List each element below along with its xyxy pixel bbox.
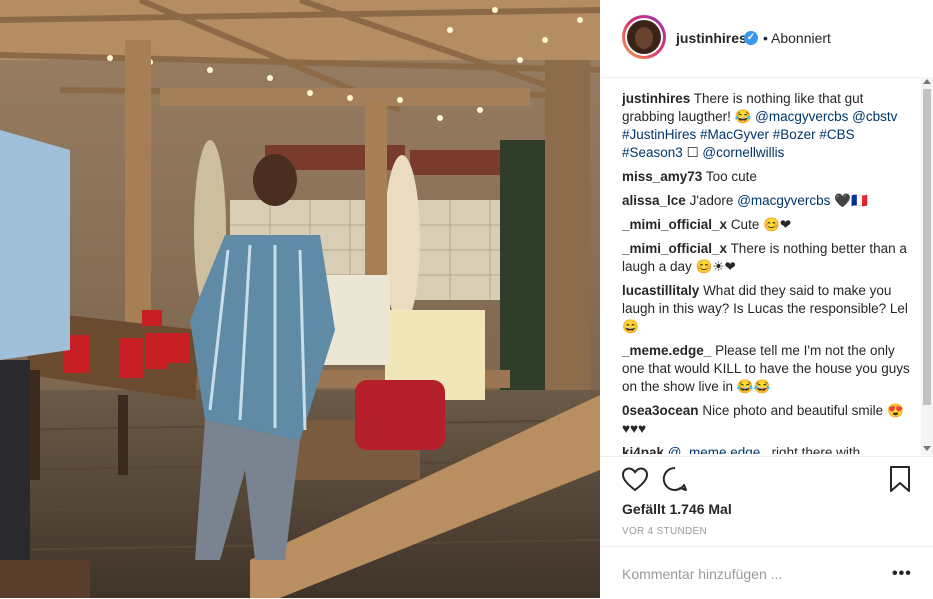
add-comment-bar: Kommentar hinzufügen ... ••• xyxy=(600,546,933,599)
comment-username[interactable]: _mimi_official_x xyxy=(622,241,727,256)
comment-item: 0sea3ocean Nice photo and beautiful smil… xyxy=(622,402,914,438)
comment-username[interactable]: 0sea3ocean xyxy=(622,403,699,418)
scroll-down-arrow-icon[interactable] xyxy=(923,446,931,451)
comment-text: J'adore xyxy=(689,193,738,208)
post-header: justinhires ✓ • Abonniert xyxy=(600,0,933,78)
comment-username[interactable]: lucastillitaly xyxy=(622,283,699,298)
username-link[interactable]: justinhires xyxy=(676,30,747,46)
comment-item: miss_amy73 Too cute xyxy=(622,168,914,186)
photo-illustration xyxy=(0,0,600,598)
comment-item: justinhires There is nothing like that g… xyxy=(622,90,914,162)
comment-username[interactable]: miss_amy73 xyxy=(622,169,702,184)
comment-text: right there with xyxy=(767,445,861,454)
heart-icon[interactable] xyxy=(621,466,649,492)
comment-username[interactable]: justinhires xyxy=(622,91,690,106)
comment-username[interactable]: ki4pak xyxy=(622,445,664,454)
comment-item: _mimi_official_x Cute 😊❤ xyxy=(622,216,914,234)
comment-item: _meme.edge_ Please tell me I'm not the o… xyxy=(622,342,914,396)
comment-item: ki4pak @_meme.edge_ right there with xyxy=(622,444,914,454)
post-actions: Gefällt 1.746 Mal VOR 4 STUNDEN xyxy=(600,456,933,557)
comment-username[interactable]: _meme.edge_ xyxy=(622,343,711,358)
comment-icon[interactable] xyxy=(661,465,689,493)
scrollbar-thumb[interactable] xyxy=(923,89,931,405)
likes-count[interactable]: Gefällt 1.746 Mal xyxy=(622,501,732,517)
post-sidebar: justinhires ✓ • Abonniert justinhires Th… xyxy=(600,0,933,598)
post-timestamp[interactable]: VOR 4 STUNDEN xyxy=(622,526,707,537)
comment-input[interactable]: Kommentar hinzufügen ... xyxy=(622,566,782,582)
more-options-icon[interactable]: ••• xyxy=(892,565,912,583)
comment-item: alissa_lce J'adore @macgyvercbs 🖤🇫🇷 xyxy=(622,192,914,210)
comment-item: lucastillitaly What did they said to mak… xyxy=(622,282,914,336)
comment-username[interactable]: _mimi_official_x xyxy=(622,217,727,232)
comment-username[interactable]: alissa_lce xyxy=(622,193,686,208)
bookmark-icon[interactable] xyxy=(888,465,912,493)
comment-item: _mimi_official_x There is nothing better… xyxy=(622,240,914,276)
scroll-up-arrow-icon[interactable] xyxy=(923,79,931,84)
comment-text: Too cute xyxy=(705,169,757,184)
comment-list: justinhires There is nothing like that g… xyxy=(622,90,914,454)
comment-link[interactable]: @_meme.edge_ xyxy=(668,445,768,454)
avatar[interactable] xyxy=(622,15,666,59)
avatar-image xyxy=(627,20,661,54)
comment-link[interactable]: @macgyvercbs xyxy=(737,193,830,208)
comment-link[interactable]: @cornellwillis xyxy=(702,145,784,160)
verified-check-icon: ✓ xyxy=(744,31,758,45)
follow-status[interactable]: • Abonniert xyxy=(763,30,831,46)
comment-text: 🖤🇫🇷 xyxy=(830,193,868,208)
post-photo[interactable] xyxy=(0,0,600,598)
comment-scrollbar[interactable] xyxy=(921,77,933,455)
comment-text: ☐ xyxy=(682,145,703,160)
comment-text: Cute 😊❤ xyxy=(730,217,792,232)
